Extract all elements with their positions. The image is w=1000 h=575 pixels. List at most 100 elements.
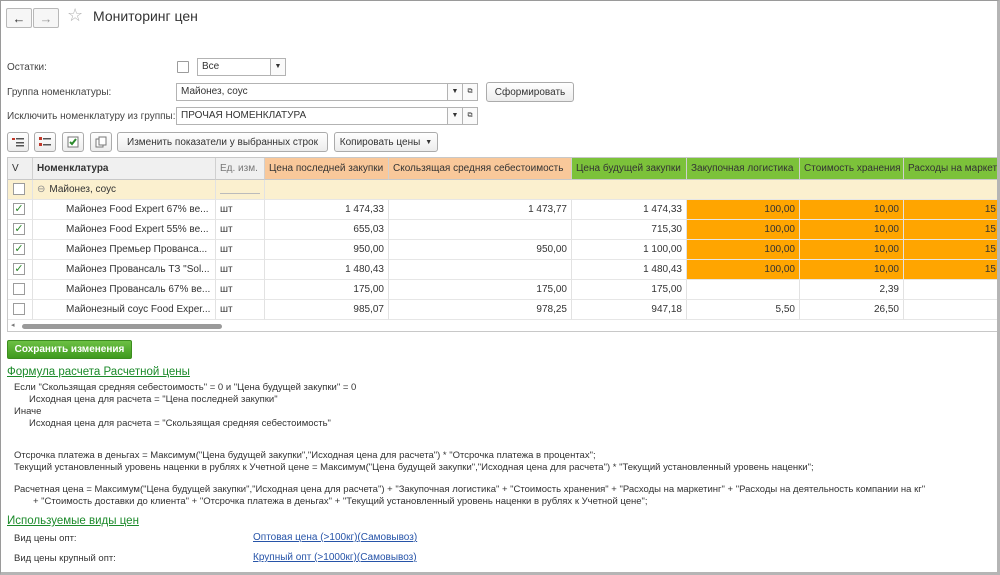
exclude-field[interactable]: ПРОЧАЯ НОМЕНКЛАТУРА	[176, 107, 448, 125]
save-changes-button[interactable]: Сохранить изменения	[7, 340, 132, 359]
checkbox-cell[interactable]	[8, 280, 33, 300]
cell-unit[interactable]: шт	[216, 260, 265, 280]
cell-avg[interactable]: 978,25	[389, 300, 572, 320]
cell-future[interactable]: 947,18	[572, 300, 687, 320]
forward-button[interactable]: →	[33, 8, 59, 28]
cell-store[interactable]: 10,00	[800, 260, 904, 280]
cell-name[interactable]: Майонез Food Expert 67% ве...	[33, 200, 216, 220]
cell-store[interactable]: 26,50	[800, 300, 904, 320]
cell-future[interactable]: 1 100,00	[572, 240, 687, 260]
cell-mkt[interactable]	[904, 300, 999, 320]
cell-store[interactable]: 10,00	[800, 200, 904, 220]
group-field[interactable]: Майонез, соус	[176, 83, 448, 101]
cell-avg[interactable]	[389, 260, 572, 280]
checkbox-cell[interactable]: ✓	[8, 240, 33, 260]
table-row[interactable]: ✓ Майонез Премьер Прованса... шт 950,00 950,…	[8, 240, 999, 260]
row-checkbox[interactable]: ✓	[13, 223, 25, 235]
cell-mkt[interactable]	[904, 280, 999, 300]
cell-log[interactable]: 100,00	[687, 220, 800, 240]
cell-unit[interactable]: шт	[216, 240, 265, 260]
collapse-icon[interactable]: ⊖	[37, 184, 45, 195]
header-marketing[interactable]: Расходы на маркетинг	[904, 158, 999, 180]
cell-mkt[interactable]: 15	[904, 220, 999, 240]
header-name[interactable]: Номенклатура	[33, 158, 216, 180]
cell-store[interactable]: 2,39	[800, 280, 904, 300]
check-all-icon[interactable]	[62, 132, 84, 152]
cell-store[interactable]: 10,00	[800, 240, 904, 260]
chevron-down-icon[interactable]: ▼	[270, 58, 286, 76]
cell-log[interactable]: 5,50	[687, 300, 800, 320]
header-v[interactable]: V	[8, 158, 33, 180]
header-logistics[interactable]: Закупочная логистика	[687, 158, 800, 180]
checkbox-cell[interactable]: ✓	[8, 260, 33, 280]
cell-mkt[interactable]: 15	[904, 260, 999, 280]
form-button[interactable]: Сформировать	[486, 82, 574, 102]
back-button[interactable]: ←	[6, 8, 32, 28]
cell-name[interactable]: Майонез Провансаль ТЗ "Sol...	[33, 260, 216, 280]
cell-last[interactable]: 175,00	[265, 280, 389, 300]
cell-unit[interactable]: шт	[216, 200, 265, 220]
cell-log[interactable]	[687, 280, 800, 300]
cell-future[interactable]: 1 474,33	[572, 200, 687, 220]
cell-mkt[interactable]: 15	[904, 200, 999, 220]
table-row[interactable]: ✓ Майонез Food Expert 67% ве... шт 1 474,33…	[8, 200, 999, 220]
cell-future[interactable]: 175,00	[572, 280, 687, 300]
cell-last[interactable]: 1 474,33	[265, 200, 389, 220]
list-icon[interactable]	[7, 132, 29, 152]
checkbox-cell[interactable]: ✓	[8, 200, 33, 220]
cell-future[interactable]: 715,30	[572, 220, 687, 240]
cell-avg[interactable]: 175,00	[389, 280, 572, 300]
cell-log[interactable]: 100,00	[687, 240, 800, 260]
ostatki-select[interactable]: Все	[197, 58, 271, 76]
cell-last[interactable]: 1 480,43	[265, 260, 389, 280]
checkbox-cell[interactable]: ✓	[8, 220, 33, 240]
cell-name[interactable]: Майонез Провансаль 67% ве...	[33, 280, 216, 300]
favorite-star-icon[interactable]: ☆	[67, 5, 83, 26]
header-storage[interactable]: Стоимость хранения	[800, 158, 904, 180]
cell-avg[interactable]: 950,00	[389, 240, 572, 260]
cell-store[interactable]: 10,00	[800, 220, 904, 240]
header-future-price[interactable]: Цена будущей закупки	[572, 158, 687, 180]
row-checkbox[interactable]	[13, 303, 25, 315]
cell-name[interactable]: Майонезный соус Food Exper...	[33, 300, 216, 320]
open-icon[interactable]: ⧉	[462, 83, 478, 101]
table-row[interactable]: Майонезный соус Food Exper... шт 985,07 978…	[8, 300, 999, 320]
scroll-left-icon[interactable]: ◂	[11, 321, 15, 329]
checkbox-cell[interactable]	[8, 300, 33, 320]
header-last-price[interactable]: Цена последней закупки	[265, 158, 389, 180]
cell-last[interactable]: 985,07	[265, 300, 389, 320]
cell-log[interactable]: 100,00	[687, 200, 800, 220]
opt-price-link[interactable]: Оптовая цена (>100кг)(Самовывоз)	[253, 532, 417, 543]
change-selected-button[interactable]: Изменить показатели у выбранных строк	[117, 132, 328, 152]
ostatki-checkbox[interactable]	[177, 61, 189, 73]
chevron-down-icon[interactable]: ▼	[447, 83, 463, 101]
cell-future[interactable]: 1 480,43	[572, 260, 687, 280]
row-checkbox[interactable]	[13, 283, 25, 295]
row-checkbox[interactable]	[13, 183, 25, 195]
cell-unit[interactable]: шт	[216, 220, 265, 240]
cell-avg[interactable]: 1 473,77	[389, 200, 572, 220]
header-avg-cost[interactable]: Скользящая средняя себестоимость	[389, 158, 572, 180]
open-icon[interactable]: ⧉	[462, 107, 478, 125]
cell-unit[interactable]: шт	[216, 300, 265, 320]
row-checkbox[interactable]: ✓	[13, 263, 25, 275]
cell-last[interactable]: 950,00	[265, 240, 389, 260]
cell-name[interactable]: Майонез Премьер Прованса...	[33, 240, 216, 260]
table-row[interactable]: ✓ Майонез Провансаль ТЗ "Sol... шт 1 480,43…	[8, 260, 999, 280]
checklist-icon[interactable]	[34, 132, 56, 152]
header-unit[interactable]: Ед. изм.	[216, 158, 265, 180]
cell-mkt[interactable]: 15	[904, 240, 999, 260]
horizontal-scrollbar[interactable]	[22, 324, 222, 329]
cell-avg[interactable]	[389, 220, 572, 240]
row-checkbox[interactable]: ✓	[13, 243, 25, 255]
cell-last[interactable]: 655,03	[265, 220, 389, 240]
copy-prices-button[interactable]: Копировать цены ▼	[334, 132, 438, 152]
cell-name[interactable]: Майонез Food Expert 55% ве...	[33, 220, 216, 240]
table-row[interactable]: Майонез Провансаль 67% ве... шт 175,00 175,…	[8, 280, 999, 300]
table-row[interactable]: ✓ Майонез Food Expert 55% ве... шт 655,03 71…	[8, 220, 999, 240]
row-checkbox[interactable]: ✓	[13, 203, 25, 215]
group-row[interactable]: ⊖ Майонез, соус	[8, 180, 999, 200]
copy-icon[interactable]	[90, 132, 112, 152]
cell-unit[interactable]: шт	[216, 280, 265, 300]
cell-log[interactable]: 100,00	[687, 260, 800, 280]
